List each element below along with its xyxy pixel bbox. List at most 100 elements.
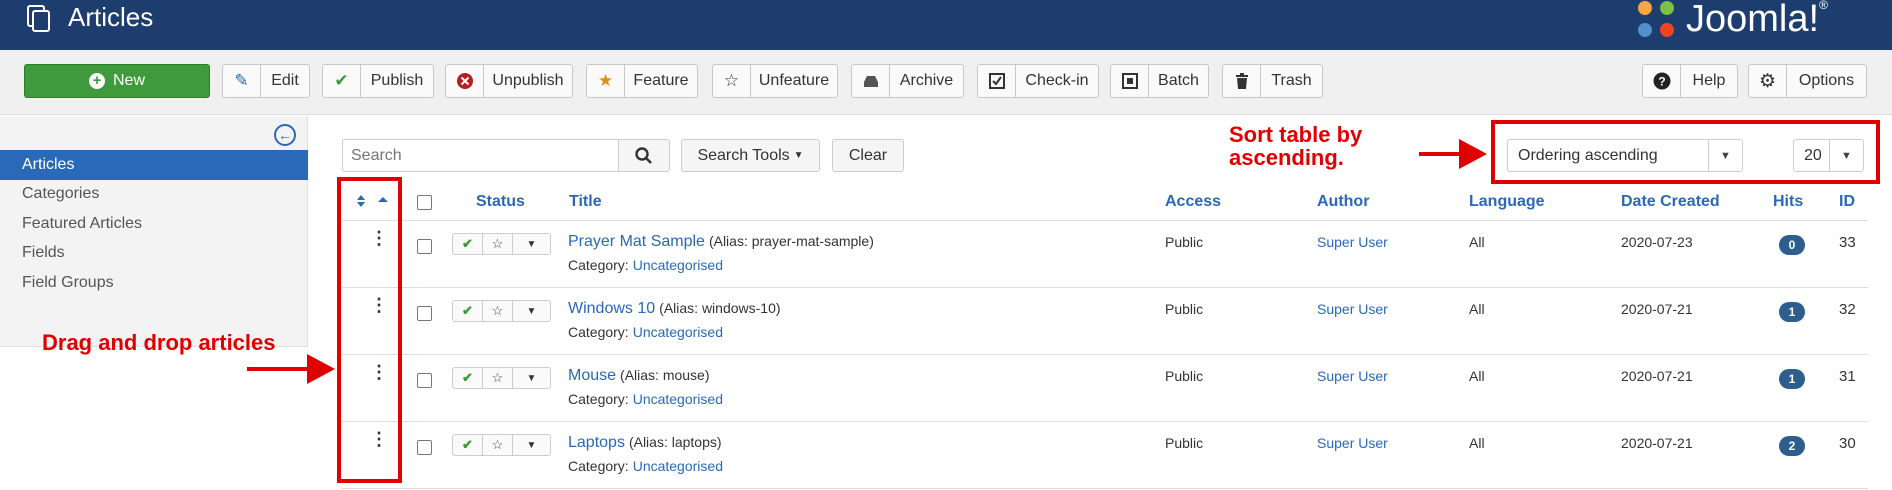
sidebar-item-articles[interactable]: Articles — [0, 150, 308, 180]
published-check-icon[interactable]: ✔ — [453, 435, 483, 455]
row-checkbox[interactable] — [417, 306, 432, 321]
date-cell: 2020-07-23 — [1621, 234, 1693, 250]
author-link[interactable]: Super User — [1317, 301, 1388, 317]
sidebar-item-featured-articles[interactable]: Featured Articles — [0, 209, 308, 239]
th-title[interactable]: Title — [569, 193, 602, 211]
unpublish-button[interactable]: Unpublish — [445, 64, 573, 98]
chevron-down-icon[interactable]: ▼ — [513, 301, 550, 321]
sidebar-item-fields[interactable]: Fields — [0, 238, 308, 268]
featured-star-icon[interactable]: ☆ — [483, 301, 513, 321]
options-button[interactable]: ⚙ Options — [1748, 64, 1867, 98]
row-checkbox[interactable] — [417, 440, 432, 455]
th-id[interactable]: ID — [1839, 193, 1855, 211]
author-link[interactable]: Super User — [1317, 368, 1388, 384]
author-link[interactable]: Super User — [1317, 435, 1388, 451]
options-button-label: Options — [1798, 72, 1855, 89]
th-author[interactable]: Author — [1317, 193, 1369, 211]
access-cell: Public — [1165, 234, 1204, 250]
article-title-link[interactable]: Windows 10 — [568, 300, 655, 317]
date-cell: 2020-07-21 — [1621, 301, 1693, 317]
drag-arrow-line — [247, 367, 309, 371]
th-status[interactable]: Status — [476, 193, 525, 211]
edit-button[interactable]: ✎ Edit — [222, 64, 310, 98]
article-title-link[interactable]: Prayer Mat Sample — [568, 233, 705, 250]
published-check-icon[interactable]: ✔ — [453, 234, 483, 254]
svg-text:?: ? — [1658, 75, 1665, 89]
header-bar: Articles Joomla!® — [0, 0, 1892, 50]
published-check-icon[interactable]: ✔ — [453, 301, 483, 321]
id-cell: 32 — [1839, 301, 1856, 318]
sidebar-collapse-icon[interactable]: ← — [274, 124, 296, 146]
category-link[interactable]: Uncategorised — [633, 257, 723, 273]
archive-button[interactable]: Archive — [851, 64, 964, 98]
chevron-down-icon: ▼ — [793, 150, 804, 161]
clear-button[interactable]: Clear — [832, 139, 904, 172]
chevron-down-icon[interactable]: ▼ — [513, 234, 550, 254]
featured-star-icon[interactable]: ☆ — [483, 368, 513, 388]
article-alias: (Alias: windows-10) — [659, 300, 781, 316]
drag-annotation-text: Drag and drop articles — [42, 330, 276, 355]
publish-button[interactable]: ✔ Publish — [322, 64, 434, 98]
featured-star-icon[interactable]: ☆ — [483, 234, 513, 254]
th-access[interactable]: Access — [1165, 193, 1221, 211]
gear-icon: ⚙ — [1749, 65, 1787, 97]
access-cell: Public — [1165, 368, 1204, 384]
sidebar-item-field-groups[interactable]: Field Groups — [0, 268, 308, 298]
feature-button-label: Feature — [633, 72, 689, 89]
clear-label: Clear — [848, 146, 888, 164]
sidebar-item-label: Fields — [22, 244, 65, 261]
row-checkbox[interactable] — [417, 373, 432, 388]
author-link[interactable]: Super User — [1317, 234, 1388, 250]
star-filled-icon: ★ — [587, 65, 625, 97]
category-link[interactable]: Uncategorised — [633, 391, 723, 407]
article-title-link[interactable]: Mouse — [568, 367, 616, 384]
page-title: Articles — [68, 2, 154, 32]
trash-button[interactable]: Trash — [1222, 64, 1323, 98]
unfeature-button[interactable]: ☆ Unfeature — [712, 64, 838, 98]
sidebar-item-label: Categories — [22, 185, 100, 202]
access-cell: Public — [1165, 301, 1204, 317]
id-cell: 33 — [1839, 234, 1856, 251]
published-check-icon[interactable]: ✔ — [453, 368, 483, 388]
edit-icon: ✎ — [223, 65, 261, 97]
drag-handle-highlight-box — [337, 177, 402, 483]
checkbox-icon — [978, 65, 1016, 97]
search-button[interactable] — [618, 139, 670, 172]
unfeature-button-label: Unfeature — [758, 72, 830, 89]
new-button-label: New — [112, 72, 145, 89]
ordering-highlight-box — [1491, 120, 1880, 184]
select-all-checkbox[interactable] — [417, 195, 432, 210]
chevron-down-icon[interactable]: ▼ — [513, 435, 550, 455]
th-language[interactable]: Language — [1469, 193, 1545, 211]
checkin-button-label: Check-in — [1025, 72, 1089, 89]
article-alias: (Alias: laptops) — [628, 434, 722, 450]
question-icon: ? — [1643, 65, 1681, 97]
hits-badge: 1 — [1779, 302, 1805, 322]
row-checkbox[interactable] — [417, 239, 432, 254]
unpublish-button-label: Unpublish — [492, 72, 564, 89]
checkin-button[interactable]: Check-in — [977, 64, 1099, 98]
batch-button[interactable]: Batch — [1110, 64, 1209, 98]
featured-star-icon[interactable]: ☆ — [483, 435, 513, 455]
language-cell: All — [1469, 435, 1485, 451]
article-title-link[interactable]: Laptops — [568, 434, 625, 451]
category-link[interactable]: Uncategorised — [633, 458, 723, 474]
sidebar-item-categories[interactable]: Categories — [0, 179, 308, 209]
sidebar-item-label: Articles — [22, 156, 75, 173]
search-tools-button[interactable]: Search Tools ▼ — [681, 139, 820, 172]
th-hits[interactable]: Hits — [1773, 193, 1803, 211]
search-input[interactable] — [342, 139, 618, 172]
feature-button[interactable]: ★ Feature — [586, 64, 698, 98]
th-date-created[interactable]: Date Created — [1621, 193, 1720, 211]
date-cell: 2020-07-21 — [1621, 435, 1693, 451]
access-cell: Public — [1165, 435, 1204, 451]
new-button[interactable]: + New — [24, 64, 210, 98]
chevron-down-icon[interactable]: ▼ — [513, 368, 550, 388]
archive-button-label: Archive — [899, 72, 954, 89]
category-link[interactable]: Uncategorised — [633, 324, 723, 340]
help-button[interactable]: ? Help — [1642, 64, 1738, 98]
status-button-group: ✔ ☆ ▼ — [452, 233, 551, 255]
archive-icon — [852, 65, 890, 97]
id-cell: 31 — [1839, 368, 1856, 385]
trash-button-label: Trash — [1271, 72, 1312, 89]
